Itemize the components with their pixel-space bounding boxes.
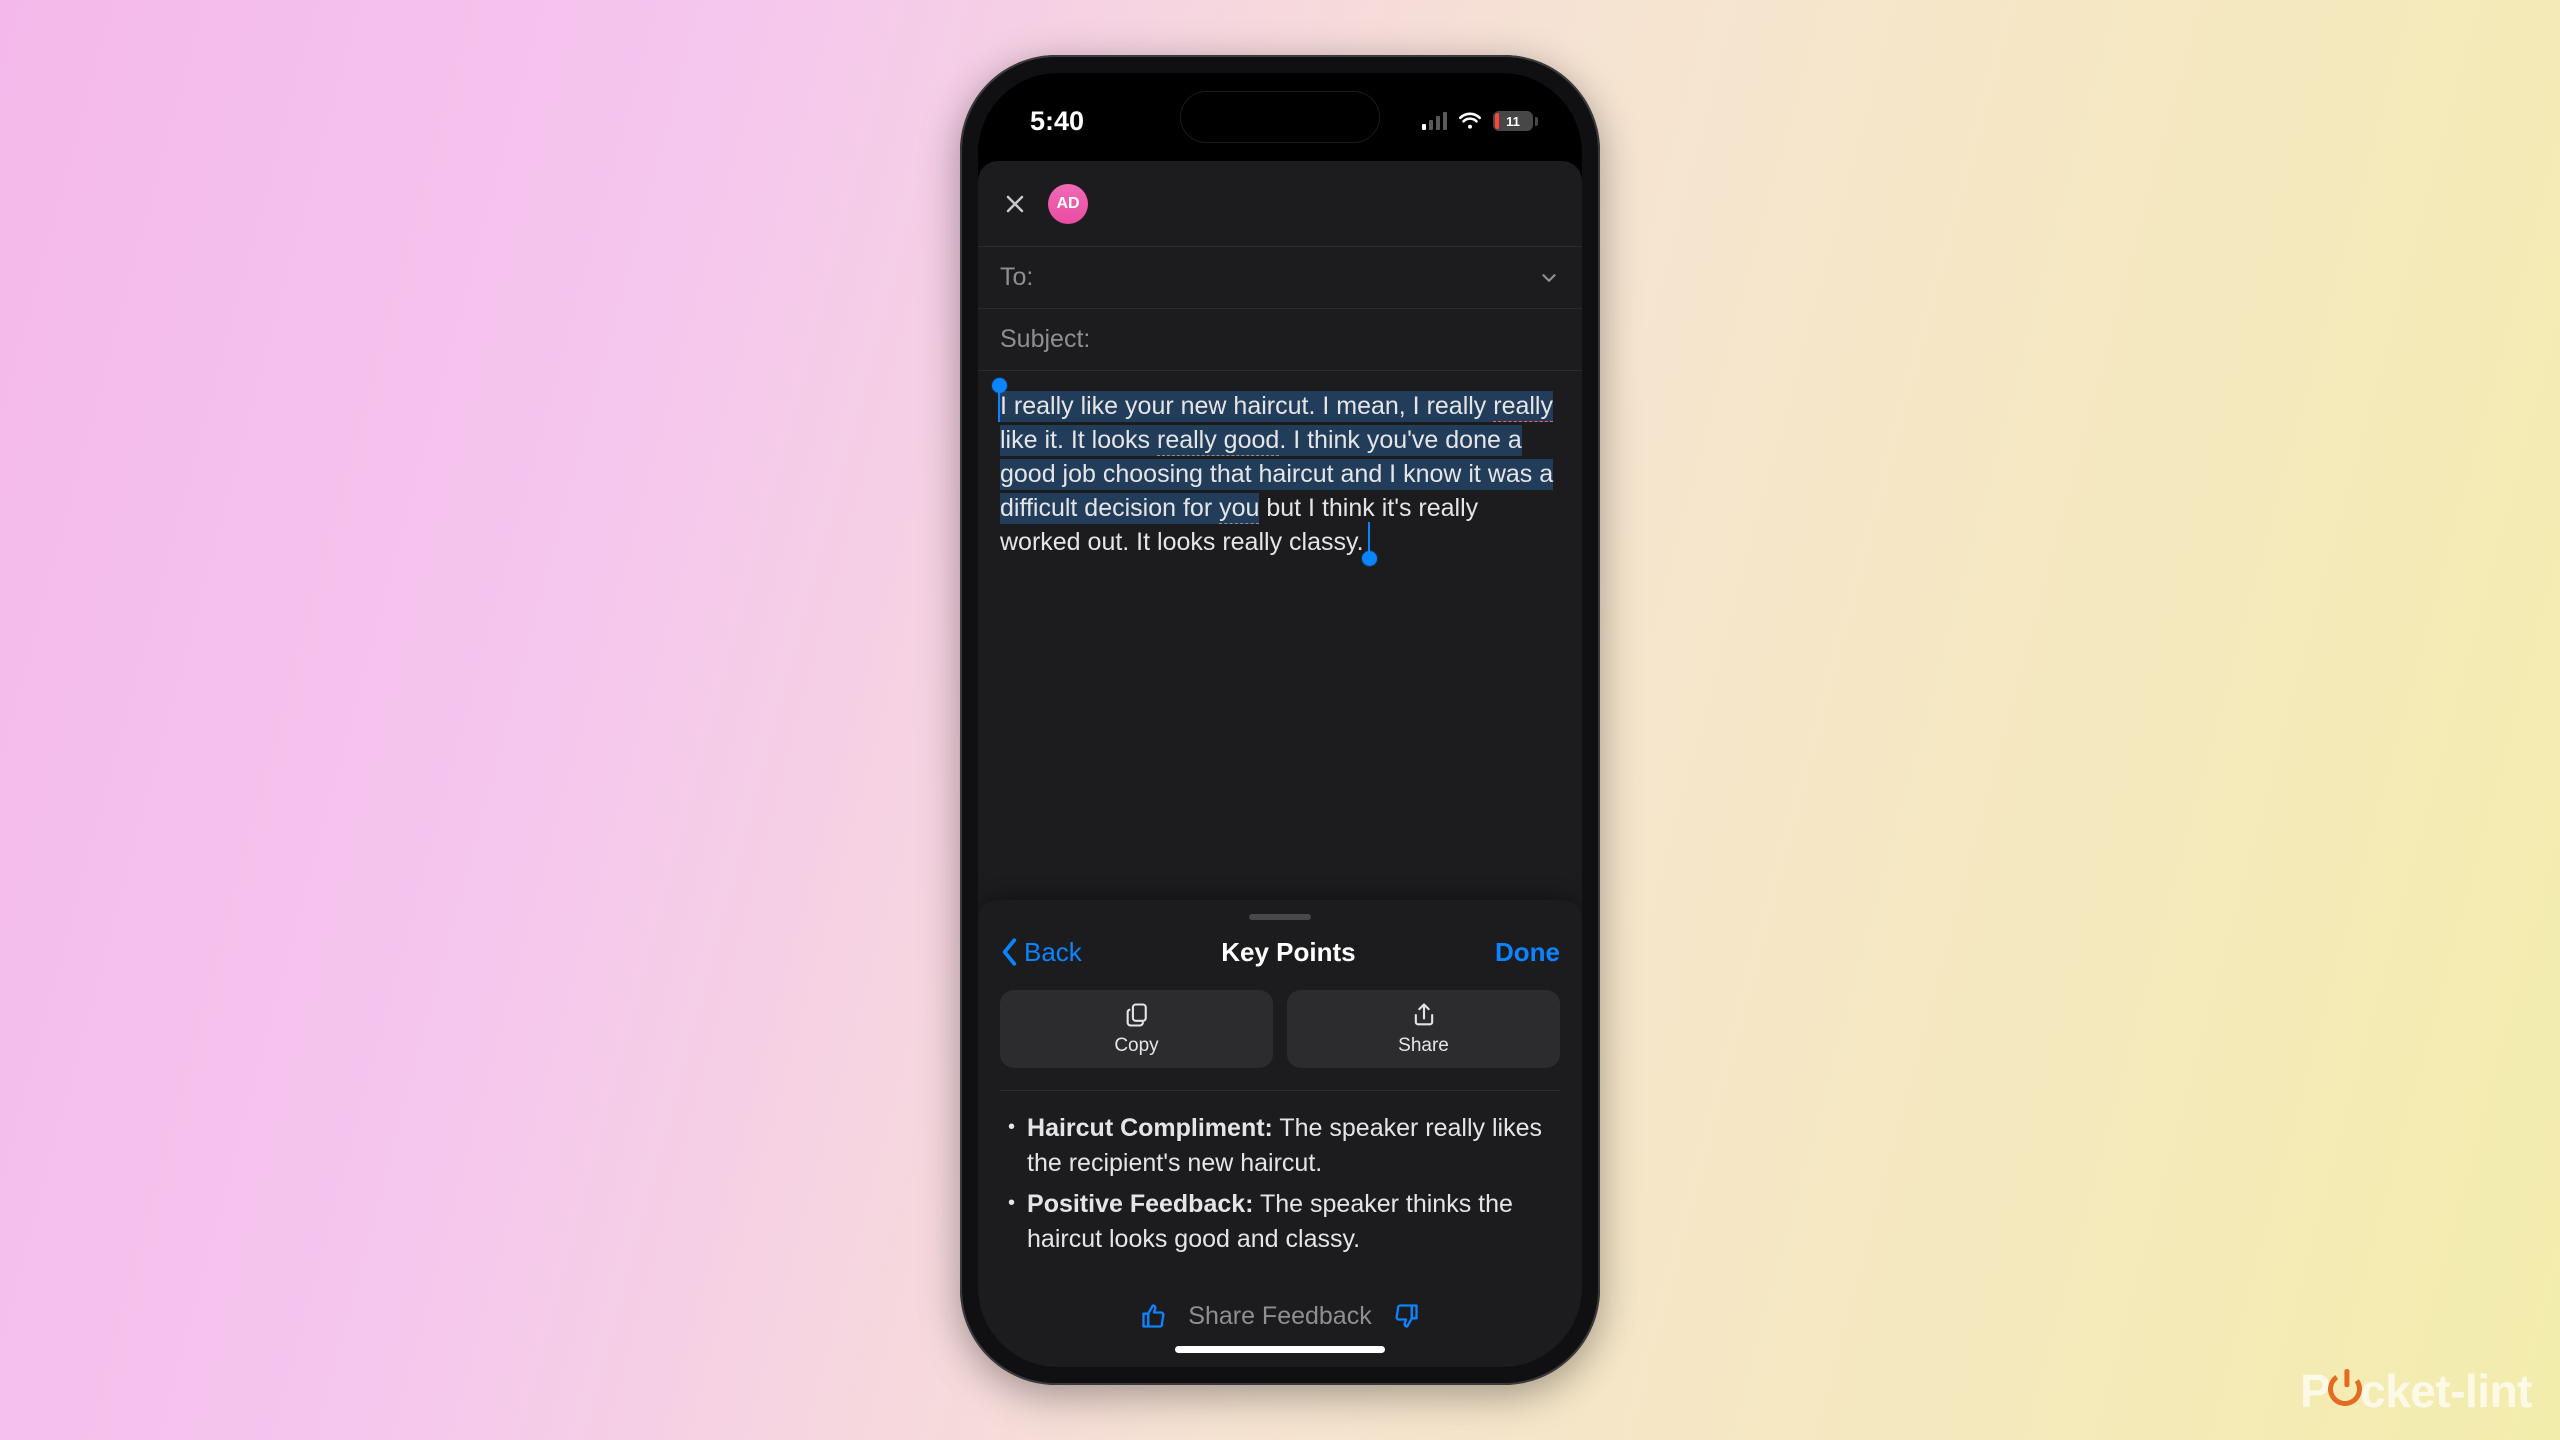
- to-field[interactable]: To:: [978, 247, 1582, 309]
- body-text-segment[interactable]: really classy: [1222, 528, 1356, 556]
- iphone-frame: 5:40 11 AD: [960, 55, 1600, 1385]
- avatar[interactable]: AD: [1048, 184, 1088, 224]
- dynamic-island: [1180, 91, 1380, 143]
- selection-handle-start[interactable]: [992, 378, 1007, 393]
- key-point-title: Haircut Compliment:: [1027, 1114, 1273, 1142]
- chevron-down-icon[interactable]: [1538, 267, 1560, 289]
- back-button[interactable]: Back: [1000, 937, 1082, 968]
- key-point-item: Haircut Compliment: The speaker really l…: [1008, 1111, 1552, 1181]
- body-text-segment[interactable]: really good: [1157, 425, 1279, 456]
- subject-field[interactable]: Subject:: [978, 309, 1582, 371]
- key-point-title: Positive Feedback:: [1027, 1190, 1253, 1218]
- sheet-grabber[interactable]: [1249, 914, 1311, 920]
- key-points-list: Haircut Compliment: The speaker really l…: [1000, 1111, 1560, 1281]
- watermark-rest: cket-lint: [2360, 1364, 2532, 1418]
- share-label: Share: [1398, 1035, 1449, 1057]
- compose-body[interactable]: I really like your new haircut. I mean, …: [978, 371, 1582, 584]
- body-text-segment[interactable]: you: [1219, 493, 1259, 524]
- subject-label: Subject:: [1000, 325, 1090, 354]
- home-indicator[interactable]: [1175, 1346, 1385, 1353]
- body-text-segment[interactable]: really: [1493, 391, 1553, 422]
- power-icon: [2325, 1369, 2364, 1408]
- watermark-p: P: [2300, 1364, 2330, 1418]
- battery-percent: 11: [1506, 114, 1520, 129]
- share-button[interactable]: Share: [1287, 990, 1560, 1068]
- to-label: To:: [1000, 263, 1033, 292]
- feedback-label[interactable]: Share Feedback: [1188, 1302, 1371, 1331]
- key-point-item: Positive Feedback: The speaker thinks th…: [1008, 1187, 1552, 1257]
- cellular-icon: [1422, 112, 1448, 130]
- status-time: 5:40: [1030, 106, 1084, 137]
- divider: [1000, 1090, 1560, 1091]
- thumbs-up-icon[interactable]: [1140, 1302, 1168, 1330]
- screen: 5:40 11 AD: [978, 73, 1582, 1367]
- wifi-icon: [1457, 106, 1483, 137]
- selection-handle-end[interactable]: [1362, 551, 1377, 566]
- feedback-row: Share Feedback: [1000, 1281, 1560, 1351]
- key-points-sheet: Back Key Points Done Copy Share Haircut …: [978, 900, 1582, 1367]
- thumbs-down-icon[interactable]: [1392, 1302, 1420, 1330]
- battery-icon: 11: [1493, 111, 1538, 131]
- body-text-segment[interactable]: I really like your new haircut. I mean, …: [1000, 391, 1493, 422]
- close-button[interactable]: [1000, 189, 1030, 219]
- body-text-segment[interactable]: like it. It looks: [1000, 425, 1157, 456]
- body-text-segment[interactable]: .: [1357, 528, 1364, 556]
- compose-header: AD: [978, 161, 1582, 247]
- avatar-initials: AD: [1056, 195, 1079, 213]
- sheet-header: Back Key Points Done: [1000, 930, 1560, 974]
- status-bar: 5:40 11: [978, 73, 1582, 153]
- sheet-title: Key Points: [1221, 937, 1355, 968]
- sheet-actions: Copy Share: [1000, 990, 1560, 1068]
- back-label: Back: [1024, 937, 1082, 968]
- status-right: 11: [1422, 106, 1539, 137]
- copy-label: Copy: [1114, 1035, 1158, 1057]
- copy-button[interactable]: Copy: [1000, 990, 1273, 1068]
- watermark: P cket-lint: [2300, 1364, 2532, 1418]
- done-button[interactable]: Done: [1495, 937, 1560, 968]
